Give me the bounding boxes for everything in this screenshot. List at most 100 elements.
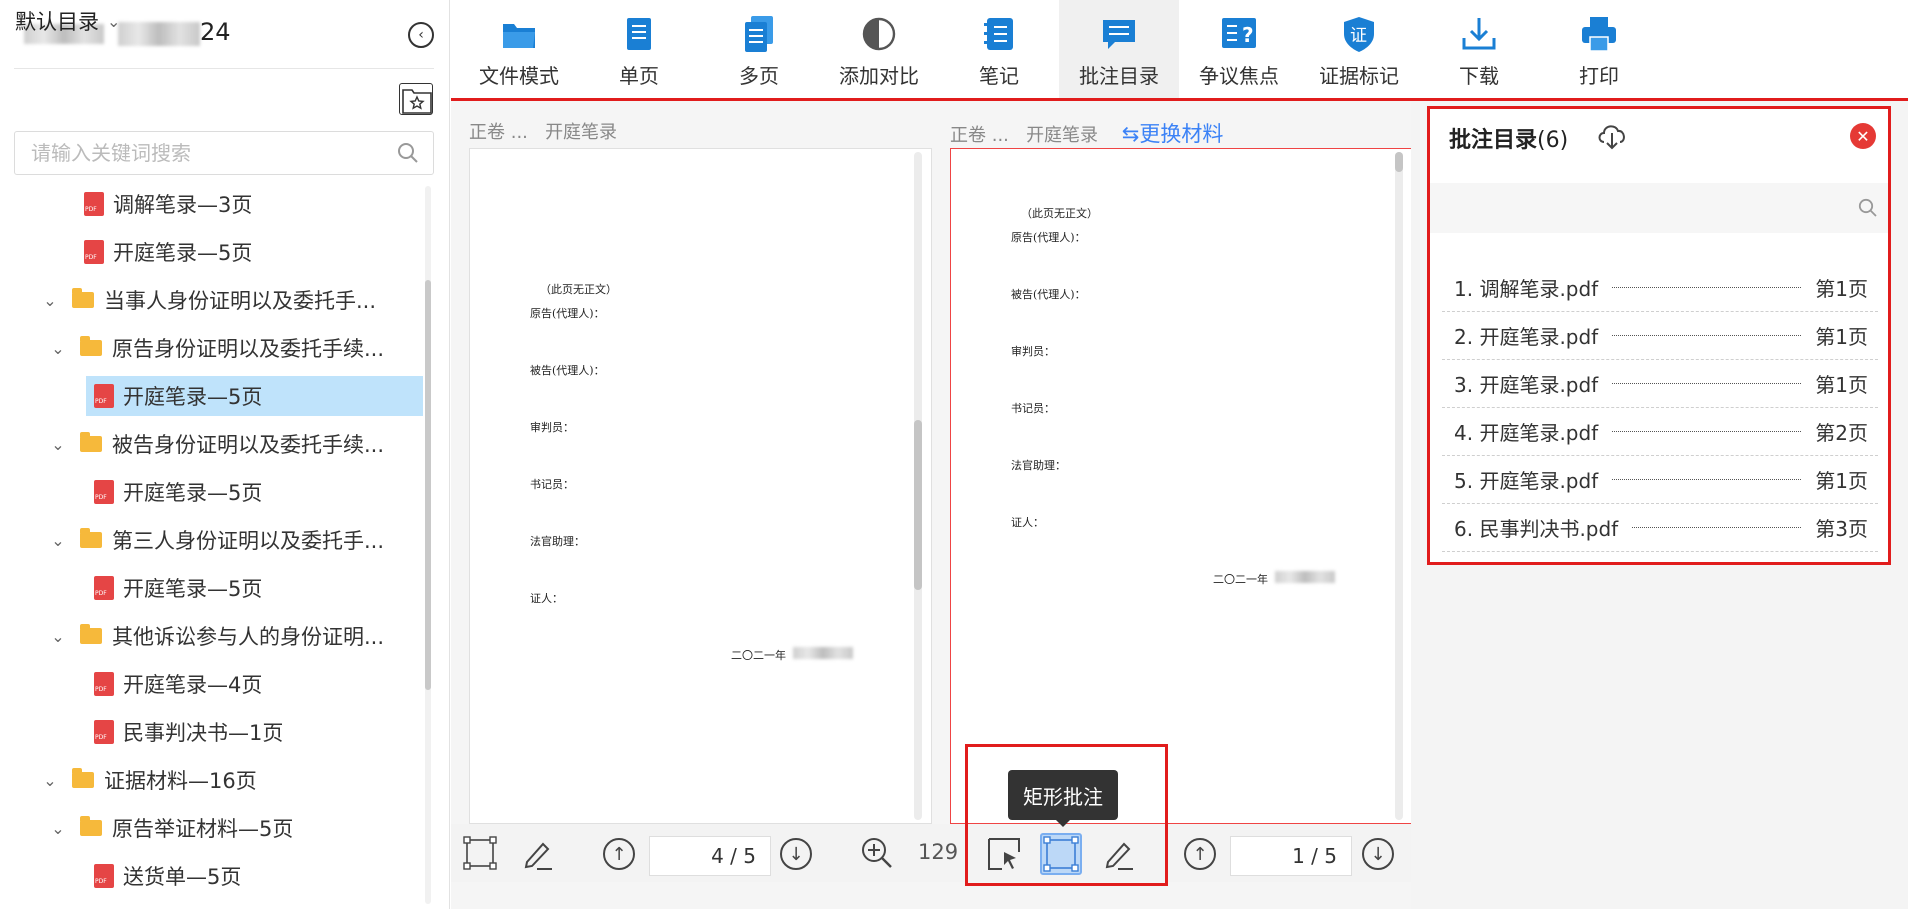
tree-item-label: 第三人身份证明以及委托手... [112, 529, 385, 553]
page-down-icon[interactable]: ↓ [780, 838, 812, 870]
chevron-down-icon[interactable]: ⌄ [40, 771, 60, 790]
tree-file[interactable]: 开庭笔录—4页 [94, 664, 262, 704]
dispute-focus-icon: ? [1219, 14, 1259, 54]
annotation-page: 第1页 [1815, 469, 1868, 493]
annotation-file-name: 5. 开庭笔录.pdf [1454, 469, 1599, 493]
document-text-line: 原告(代理人)： [530, 307, 605, 320]
folder-star-icon[interactable] [399, 83, 433, 115]
annotation-search-box [1430, 183, 1890, 233]
crumb-volume[interactable]: 正卷 ... [469, 122, 528, 143]
tree-folder[interactable]: ⌄ 第三人身份证明以及委托手... [48, 520, 384, 560]
swap-material-link[interactable]: ⇆更换材料 [1122, 122, 1224, 146]
right-document-page[interactable]: （此页无正文） 原告(代理人)： 被告(代理人)： 审判员： 书记员： 法官助理： 证人： 二… [950, 148, 1412, 824]
annotation-item[interactable]: 2. 开庭笔录.pdf 第1页 [1442, 312, 1878, 360]
sidebar: 24 ‹ 默认目录 ⌄ 调解笔录—3页开庭笔录—5页 ⌄ 当事人身份证明以及委托手.… [0, 0, 450, 909]
tree-file[interactable]: 开庭笔录—5页 [94, 472, 262, 512]
left-page-number-input[interactable] [649, 836, 771, 876]
tree-file[interactable]: 调解笔录—3页 [84, 184, 252, 224]
search-input[interactable] [15, 132, 385, 174]
rectangle-select-icon[interactable] [463, 836, 497, 870]
search-icon[interactable] [1858, 198, 1878, 222]
document-text-line: （此页无正文） [540, 283, 617, 296]
tree-folder[interactable]: ⌄ 原告举证材料—5页 [48, 808, 293, 848]
right-page-scrollbar-track[interactable] [1395, 152, 1403, 820]
right-page-scrollbar-thumb[interactable] [1395, 152, 1403, 172]
tree-folder[interactable]: ⌄ 其他诉讼参与人的身份证明... [48, 616, 384, 656]
annotation-item[interactable]: 4. 开庭笔录.pdf 第2页 [1442, 408, 1878, 456]
page-up-icon[interactable]: ↑ [603, 838, 635, 870]
close-icon[interactable]: ✕ [1850, 123, 1876, 149]
crumb-doc[interactable]: 开庭笔录 [1026, 125, 1098, 146]
tree-folder[interactable]: ⌄ 原告身份证明以及委托手续... [48, 328, 384, 368]
toolbar-button[interactable]: 下载 [1419, 0, 1539, 98]
multi-page-icon [739, 14, 779, 54]
toolbar-button-label: 下载 [1459, 64, 1499, 88]
tree-item-label: 证据材料—16页 [104, 769, 257, 793]
tree-folder[interactable]: ⌄ 被告身份证明以及委托手续... [48, 424, 384, 464]
tree-item-label: 其他诉讼参与人的身份证明... [112, 625, 385, 649]
rectangle-annotation-icon[interactable] [1040, 833, 1082, 875]
pointer-select-icon[interactable] [986, 836, 1022, 872]
toolbar-button[interactable]: 打印 [1539, 0, 1659, 98]
annotation-item[interactable]: 3. 开庭笔录.pdf 第1页 [1442, 360, 1878, 408]
left-document-page[interactable]: （此页无正文） 原告(代理人)： 被告(代理人)： 审判员： 书记员： 法官助理： 证人： 二… [469, 148, 932, 824]
search-icon[interactable] [397, 142, 419, 168]
annotation-search-input[interactable] [1430, 183, 1840, 233]
annotation-item[interactable]: 1. 调解笔录.pdf 第1页 [1442, 264, 1878, 312]
pdf-icon [94, 720, 114, 744]
toolbar-button[interactable]: 证证据标记 [1299, 0, 1419, 98]
chevron-down-icon[interactable]: ⌄ [48, 339, 68, 358]
crumb-doc[interactable]: 开庭笔录 [545, 122, 617, 143]
toolbar-button-label: 证据标记 [1319, 64, 1399, 88]
tree-file[interactable]: 民事判决书—1页 [94, 712, 283, 752]
back-circle-icon[interactable]: ‹ [408, 22, 434, 48]
tree-file[interactable]: 开庭笔录—5页 [94, 568, 262, 608]
tree-item-label: 开庭笔录—5页 [123, 481, 263, 505]
document-text-line: 被告(代理人)： [530, 364, 605, 377]
directory-dropdown[interactable]: 默认目录 ⌄ [15, 6, 120, 36]
annotation-item[interactable]: 6. 民事判决书.pdf 第3页 [1442, 504, 1878, 552]
left-page-scrollbar-thumb[interactable] [914, 420, 922, 590]
tree-file[interactable]: 开庭笔录—5页 [84, 232, 252, 272]
page-up-icon[interactable]: ↑ [1184, 838, 1216, 870]
leader-dots [1632, 527, 1802, 528]
toolbar-button[interactable]: ? 争议焦点 [1179, 0, 1299, 98]
right-page-number-input[interactable] [1230, 836, 1352, 876]
tree-file[interactable]: 开庭笔录—5页 [86, 376, 423, 416]
toolbar-button[interactable]: 多页 [699, 0, 819, 98]
tree-item-label: 开庭笔录—5页 [123, 385, 263, 409]
toolbar-button-label: 批注目录 [1079, 64, 1159, 88]
toolbar-button[interactable]: 添加对比 [819, 0, 939, 98]
chevron-down-icon[interactable]: ⌄ [48, 819, 68, 838]
tree-file[interactable]: 送货单—5页 [94, 856, 241, 896]
tree-scrollbar-thumb[interactable] [425, 280, 431, 690]
annotation-list: 1. 调解笔录.pdf 第1页 2. 开庭笔录.pdf 第1页 3. 开庭笔录.pdf 第… [1442, 264, 1878, 552]
redacted-date [793, 647, 853, 659]
toolbar-button[interactable]: 笔记 [939, 0, 1059, 98]
annotation-file-name: 6. 民事判决书.pdf [1454, 517, 1619, 541]
pen-icon[interactable] [519, 836, 555, 872]
cloud-download-icon[interactable] [1596, 120, 1628, 154]
svg-text:?: ? [1242, 23, 1254, 47]
folder-icon [499, 14, 539, 54]
toolbar-button[interactable]: 文件模式 [459, 0, 579, 98]
tree-folder[interactable]: ⌄ 当事人身份证明以及委托手... [40, 280, 376, 320]
chevron-down-icon[interactable]: ⌄ [48, 435, 68, 454]
chevron-down-icon[interactable]: ⌄ [48, 531, 68, 550]
toolbar-button[interactable]: 批注目录 [1059, 0, 1179, 98]
pdf-icon [84, 240, 104, 264]
pen-icon[interactable] [1100, 836, 1136, 872]
toolbar-button[interactable]: 单页 [579, 0, 699, 98]
tree-folder[interactable]: ⌄ 证据材料—16页 [40, 760, 257, 800]
crumb-volume[interactable]: 正卷 ... [950, 125, 1009, 146]
chevron-down-icon[interactable]: ⌄ [48, 627, 68, 646]
annotation-page: 第1页 [1815, 373, 1868, 397]
annotation-item[interactable]: 5. 开庭笔录.pdf 第1页 [1442, 456, 1878, 504]
document-text-line: 法官助理： [1011, 459, 1066, 472]
document-text-line: 原告(代理人)： [1011, 231, 1086, 244]
zoom-in-icon[interactable] [860, 836, 894, 870]
pdf-icon [94, 480, 114, 504]
pdf-icon [94, 384, 114, 408]
page-down-icon[interactable]: ↓ [1362, 838, 1394, 870]
chevron-down-icon[interactable]: ⌄ [40, 291, 60, 310]
